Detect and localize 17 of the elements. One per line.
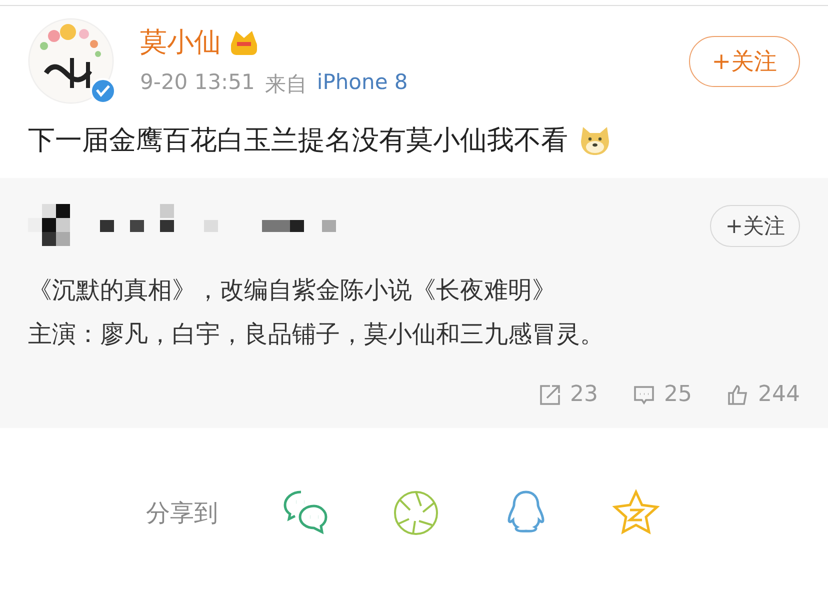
share-icon: [538, 382, 562, 406]
repost-text-line: 《沉默的真相》，改编自紫金陈小说《长夜难明》: [28, 275, 557, 306]
author-name[interactable]: 莫小仙: [140, 24, 221, 60]
crown-badge-icon: [229, 28, 259, 56]
repost-text-line: 主演：廖凡，白宇，良品铺子，莫小仙和三九感冒灵。: [28, 319, 605, 350]
source-link[interactable]: iPhone 8: [316, 70, 408, 98]
thumbs-up-icon: [726, 382, 750, 406]
post-timestamp: 9-20 13:51: [140, 70, 255, 96]
share-count: 23: [570, 382, 598, 407]
like-count: 244: [758, 382, 800, 407]
source-prefix: 来自: [264, 71, 307, 98]
verified-badge-icon: [90, 78, 116, 104]
follow-button[interactable]: +关注: [710, 205, 800, 247]
comment-count: 25: [664, 382, 692, 407]
post-text: 下一届金鹰百花白玉兰提名没有莫小仙我不看: [28, 124, 568, 158]
follow-button[interactable]: +关注: [688, 36, 800, 86]
share-label: 分享到: [146, 498, 219, 529]
